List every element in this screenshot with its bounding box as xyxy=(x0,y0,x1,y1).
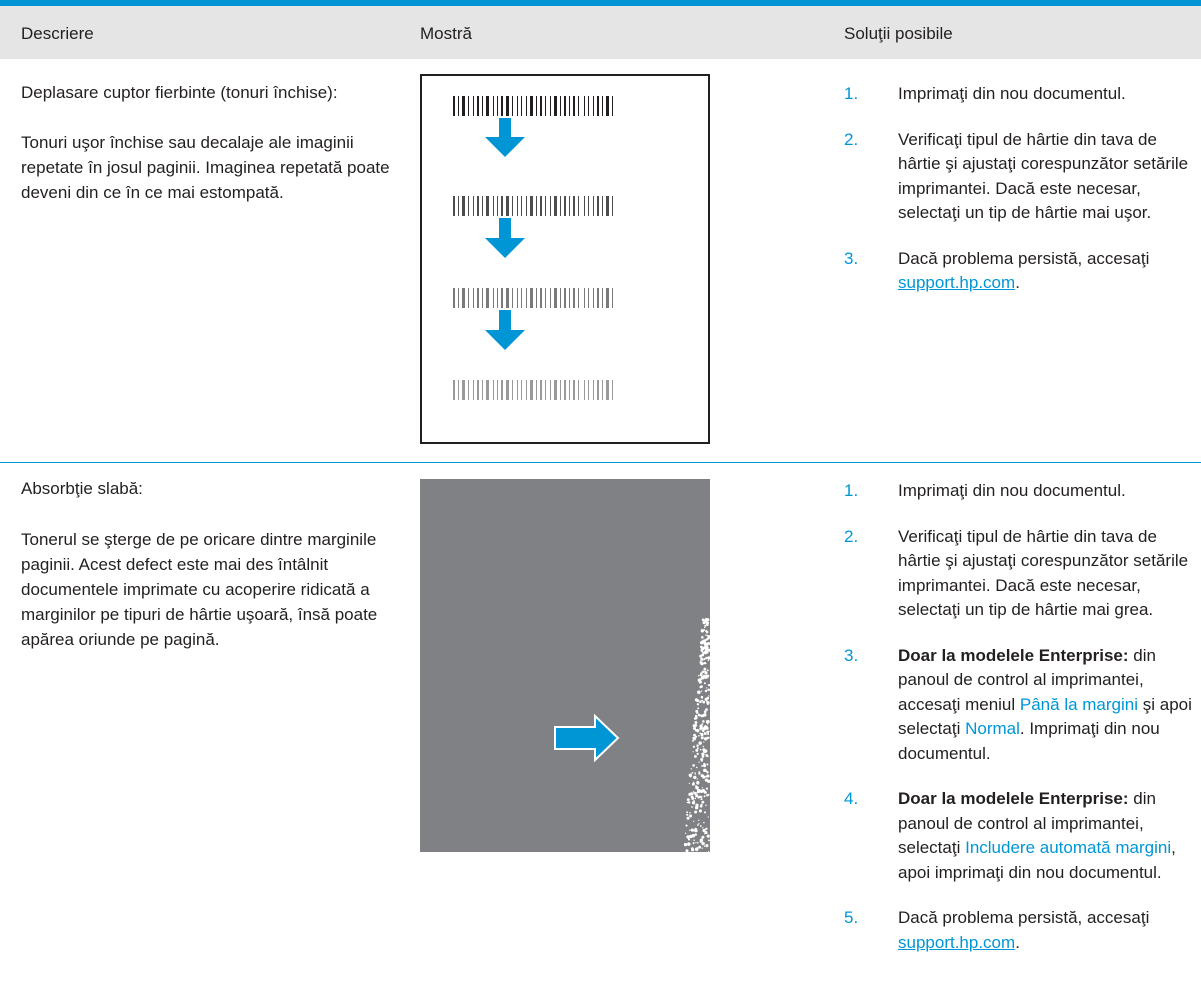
solution-bold-prefix: Doar la modelele Enterprise: xyxy=(898,645,1129,665)
solution-text: Verificaţi tipul de hârtie din tava de h… xyxy=(898,129,1189,223)
solution-number: 2. xyxy=(844,129,859,149)
barcode-icon xyxy=(453,196,613,216)
row-description: Tonuri uşor închise sau decalaje ale ima… xyxy=(21,133,390,202)
support-link[interactable]: support.hp.com xyxy=(898,273,1015,292)
solution-item: 1. Imprimaţi din nou documentul. xyxy=(844,82,1199,107)
solution-text: Dacă problema persistă, accesaţi xyxy=(898,908,1150,927)
menu-name-edge-to-edge: Până la margini xyxy=(1019,694,1139,714)
solution-text: Imprimaţi din nou documentul. xyxy=(898,84,1126,103)
support-link[interactable]: support.hp.com xyxy=(898,933,1015,952)
solution-bold-prefix: Doar la modelele Enterprise: xyxy=(898,789,1129,808)
barcode-icon xyxy=(453,380,613,400)
solution-item: 1. Imprimaţi din nou documentul. xyxy=(844,479,1199,504)
solution-number: 5. xyxy=(844,908,859,927)
solution-number: 3. xyxy=(844,248,859,268)
solution-item: 3. Doar la modelele Enterprise: din pano… xyxy=(844,644,1199,767)
solution-item: 4. Doar la modelele Enterprise: din pano… xyxy=(844,787,1199,885)
solution-item: 5. Dacă problema persistă, accesaţi supp… xyxy=(844,906,1199,955)
header-description: Descriere xyxy=(21,24,94,43)
header-sample: Mostră xyxy=(420,24,472,43)
row-description: Tonerul se şterge de pe oricare dintre m… xyxy=(21,530,378,649)
solution-number: 2. xyxy=(844,526,859,546)
row-title: Absorbţie slabă: xyxy=(21,479,143,498)
sample-page xyxy=(420,479,711,853)
row-divider xyxy=(0,462,1201,463)
solution-number: 1. xyxy=(844,84,859,103)
solution-number: 4. xyxy=(844,789,859,808)
solutions-list: 1. Imprimaţi din nou documentul. 2. Veri… xyxy=(844,479,1199,976)
solution-number: 1. xyxy=(844,481,859,500)
solution-item: 2. Verificaţi tipul de hârtie din tava d… xyxy=(844,525,1199,623)
sample-image-hot-fuser-offset xyxy=(420,74,710,449)
solution-number: 3. xyxy=(844,645,859,665)
sample-page xyxy=(420,74,710,444)
barcode-icon xyxy=(453,288,613,308)
solution-item: 2. Verificaţi tipul de hârtie din tava d… xyxy=(844,128,1199,226)
solution-text: Verificaţi tipul de hârtie din tava de h… xyxy=(898,526,1189,620)
solution-text: Dacă problema persistă, accesaţi xyxy=(898,248,1150,268)
menu-option-auto-include-margins: Includere automată margini xyxy=(965,838,1172,857)
solutions-list: 1. Imprimaţi din nou documentul. 2. Veri… xyxy=(844,82,1199,317)
solution-text-end: . xyxy=(1015,273,1020,292)
header-solutions: Soluţii posibile xyxy=(844,24,953,43)
barcode-icon xyxy=(453,96,613,116)
solution-text: Imprimaţi din nou documentul. xyxy=(898,481,1126,500)
solution-item: 3. Dacă problema persistă, accesaţi supp… xyxy=(844,247,1199,296)
solution-text-end: . xyxy=(1015,932,1020,952)
table-header: Descriere Mostră Soluţii posibile xyxy=(0,6,1201,59)
sample-image-poor-fusing xyxy=(420,479,711,857)
menu-option-normal: Normal xyxy=(965,719,1020,738)
row-title: Deplasare cuptor fierbinte (tonuri închi… xyxy=(21,83,338,102)
